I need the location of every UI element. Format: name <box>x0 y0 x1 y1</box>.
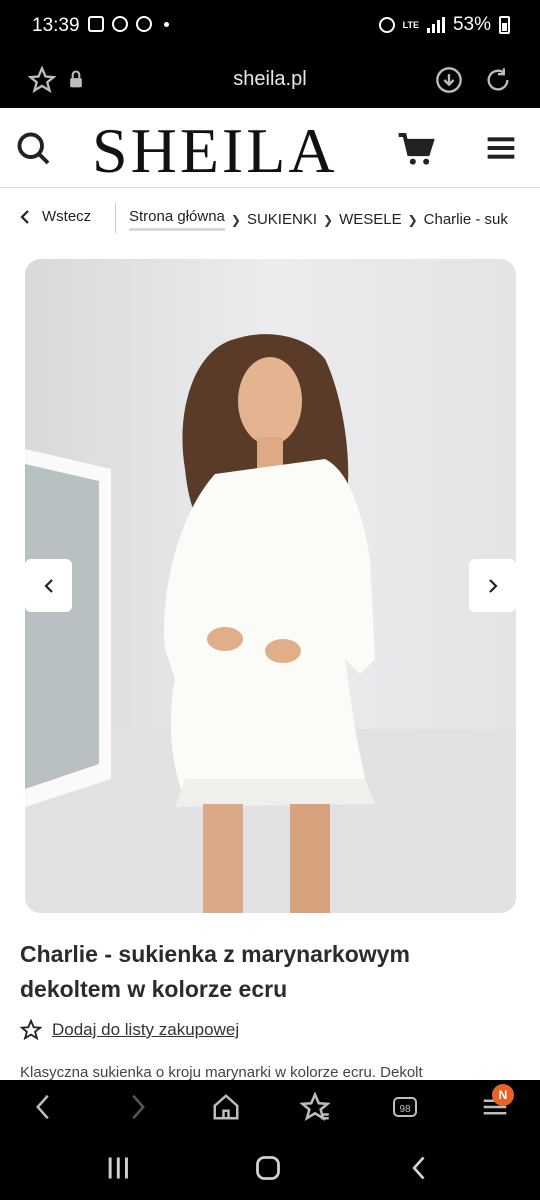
notification-badge: N <box>492 1084 514 1106</box>
browser-address-bar: sheila.pl <box>0 54 540 108</box>
product-photo <box>25 259 516 913</box>
chrome-notification-icon <box>136 16 152 32</box>
forward-icon[interactable] <box>122 1092 152 1122</box>
back-icon[interactable] <box>29 1092 59 1122</box>
network-type: LTE <box>402 20 419 30</box>
battery-percent: 53% <box>452 14 491 35</box>
breadcrumb-trail: Strona główna ❯ SUKIENKI ❯ WESELE ❯ Char… <box>129 208 508 231</box>
product-title: Charlie - sukienka z marynarkowym dekolt… <box>20 941 410 1002</box>
alarm-icon <box>378 17 395 33</box>
wishlist-label[interactable]: Dodaj do listy zakupowej <box>52 1020 239 1040</box>
reload-icon[interactable] <box>484 66 512 94</box>
product-description-preview: Klasyczna sukienka o kroju marynarki w k… <box>20 1064 423 1080</box>
chevron-right-icon <box>488 578 498 593</box>
chevron-left-icon <box>20 209 29 224</box>
status-notification-icons <box>88 16 169 32</box>
download-icon[interactable] <box>435 66 463 94</box>
chevron-left-icon <box>43 578 53 593</box>
chevron-right-icon: ❯ <box>407 212 418 227</box>
web-page: SHEILA Wstecz Strona główna ❯ SUKIENKI ❯… <box>0 108 540 1080</box>
home-nav-icon[interactable] <box>254 1154 282 1182</box>
chevron-right-icon: ❯ <box>230 212 241 227</box>
menu-icon[interactable] <box>485 132 517 164</box>
status-time: 13:39 <box>32 15 80 36</box>
back-nav-icon[interactable] <box>406 1154 434 1182</box>
breadcrumb-subcategory[interactable]: WESELE <box>339 211 402 228</box>
breadcrumb: Wstecz Strona główna ❯ SUKIENKI ❯ WESELE… <box>0 188 540 248</box>
star-outline-icon <box>20 1019 42 1041</box>
signal-icon <box>426 17 445 33</box>
site-logo[interactable]: SHEILA <box>92 114 338 188</box>
recent-apps-icon[interactable] <box>104 1154 132 1182</box>
breadcrumb-home[interactable]: Strona główna <box>129 208 225 231</box>
more-notifications-dot-icon <box>164 21 169 27</box>
battery-icon <box>499 16 510 34</box>
cart-icon[interactable] <box>397 130 437 170</box>
search-icon[interactable] <box>15 130 51 166</box>
breadcrumb-category[interactable]: SUKIENKI <box>247 211 317 228</box>
site-header: SHEILA <box>0 108 540 188</box>
home-icon[interactable] <box>211 1092 241 1122</box>
back-label[interactable]: Wstecz <box>42 208 91 225</box>
gallery-notification-icon <box>88 16 104 32</box>
add-to-wishlist-link[interactable]: Dodaj do listy zakupowej <box>20 1019 239 1041</box>
status-bar: 13:39 LTE 53% <box>0 0 540 54</box>
status-right: LTE 53% <box>378 14 510 36</box>
system-nav-bar <box>0 1136 540 1200</box>
breadcrumb-divider <box>115 203 116 233</box>
chevron-right-icon: ❯ <box>323 212 334 227</box>
bookmarks-icon[interactable] <box>299 1091 331 1122</box>
breadcrumb-current: Charlie - suk <box>423 211 508 228</box>
gallery-prev-button[interactable] <box>25 559 72 612</box>
tabs-count: 98 <box>399 1104 411 1115</box>
app-notification-icon <box>112 16 128 32</box>
tabs-icon[interactable]: 98 <box>390 1092 420 1122</box>
back-link[interactable]: Wstecz <box>18 208 91 225</box>
product-gallery[interactable] <box>25 259 516 913</box>
browser-toolbar: 98 N <box>0 1080 540 1136</box>
gallery-next-button[interactable] <box>469 559 516 612</box>
